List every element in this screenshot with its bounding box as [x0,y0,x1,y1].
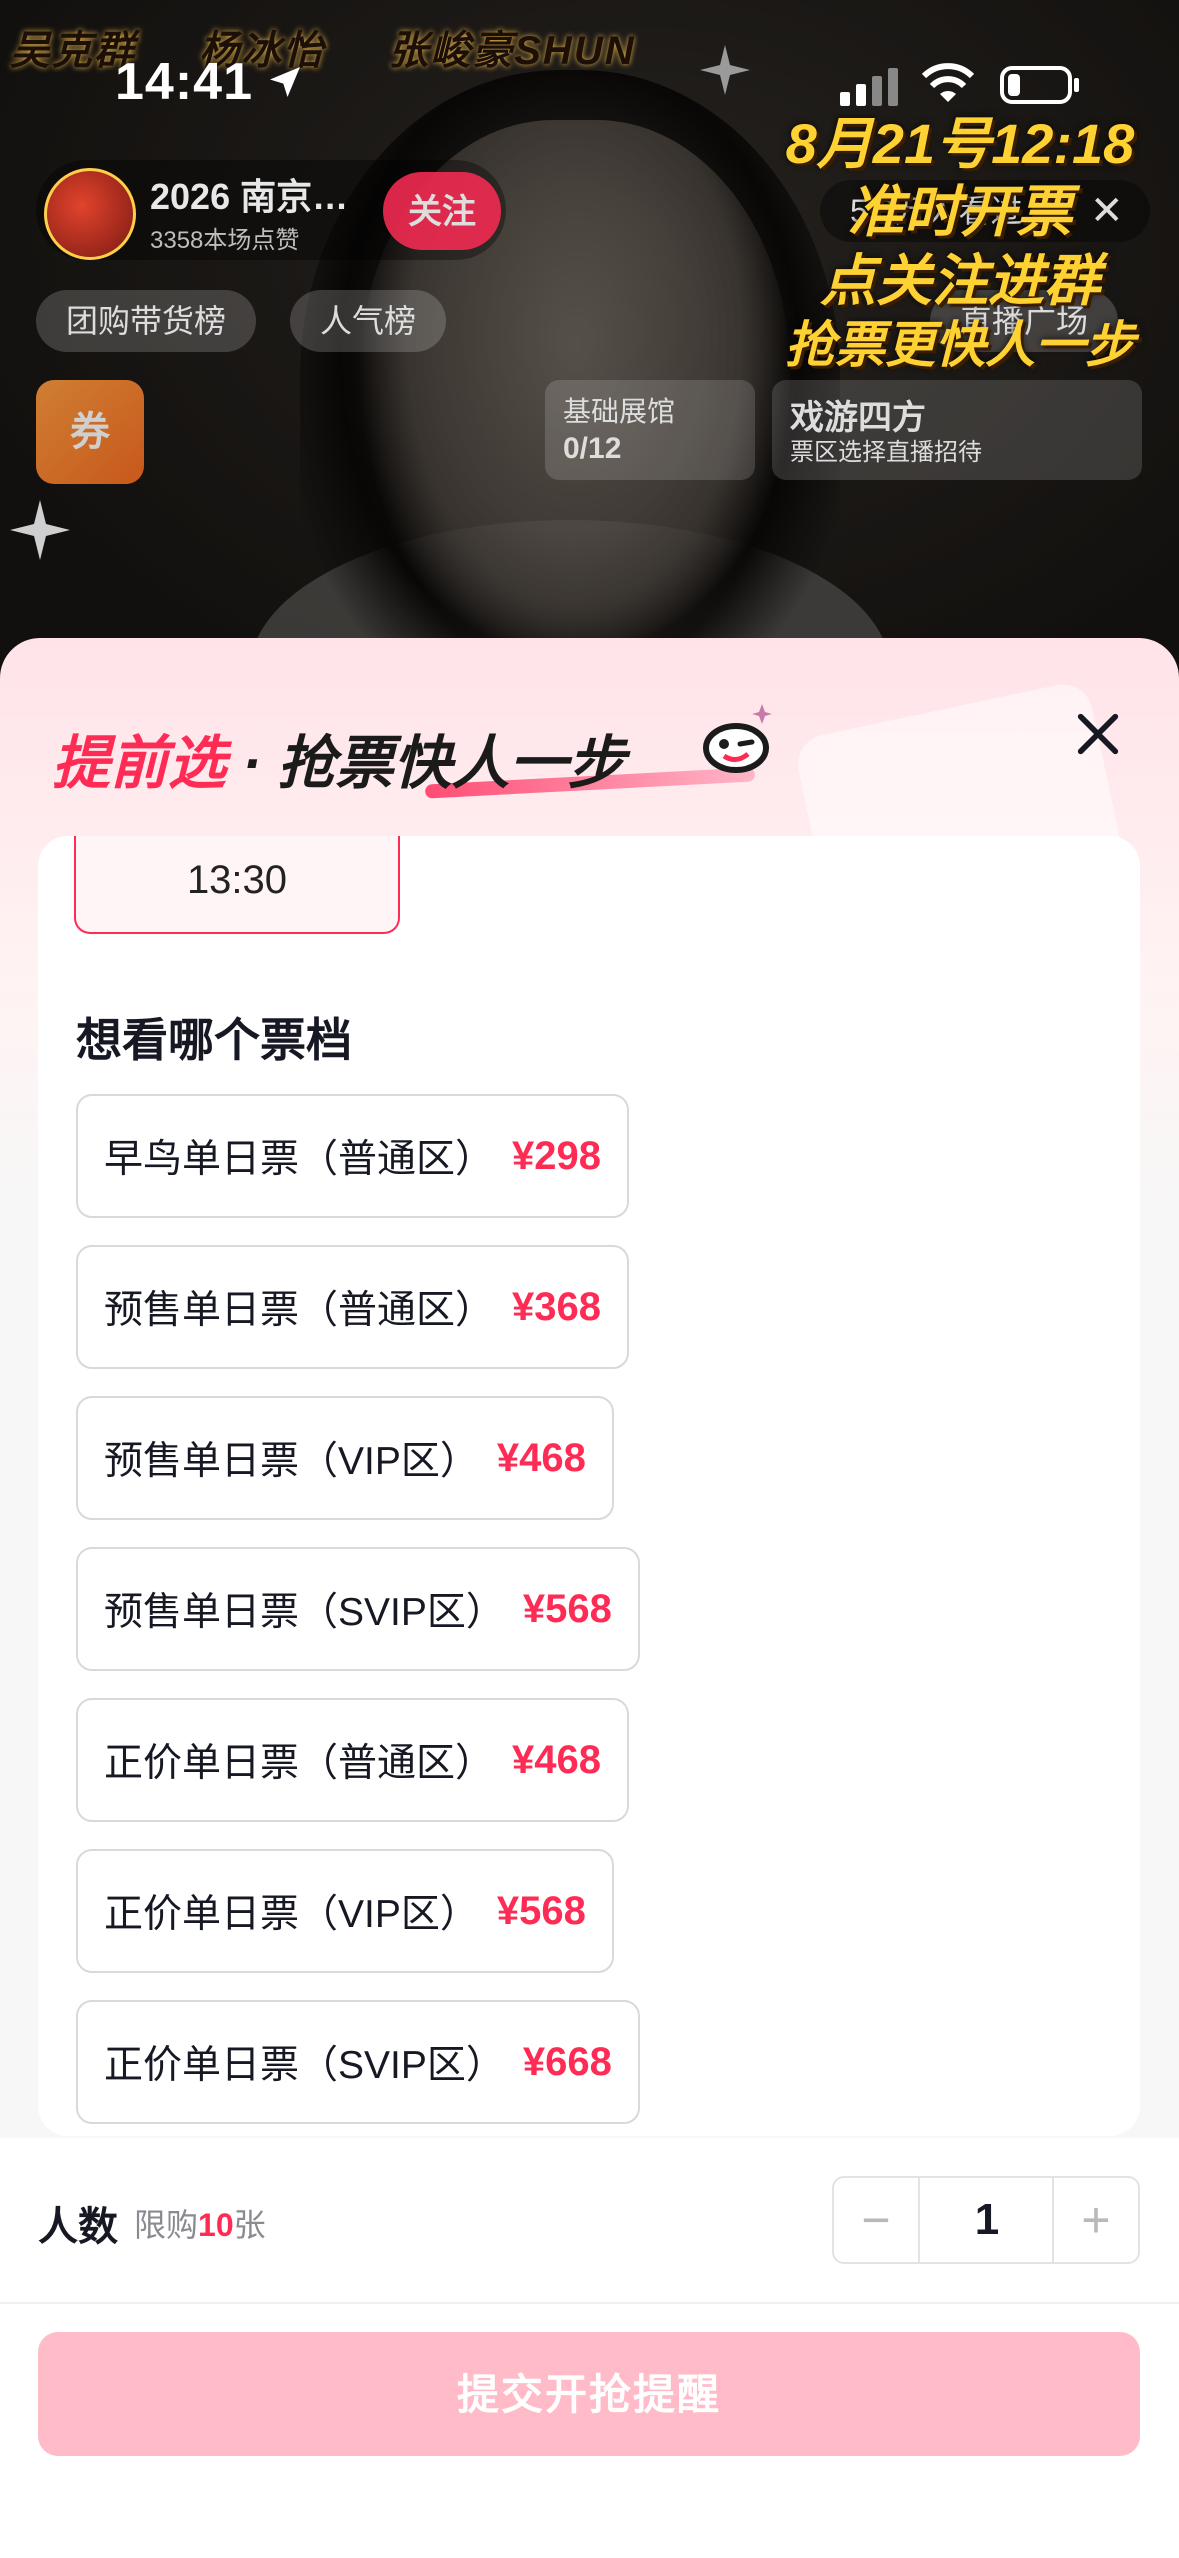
ticket-name: 预售单日票（VIP区） [104,1440,479,1483]
close-icon[interactable] [1072,708,1124,760]
ticket-option[interactable]: 预售单日票（普通区） ¥368 [76,1245,629,1369]
ticket-price: ¥568 [522,1586,612,1631]
sheet-title: 提前选 · 抢票快人一步 [52,716,625,800]
submit-reminder-button[interactable]: 提交开抢提醒 [38,2332,1140,2456]
title-dot: · [242,731,262,796]
ticket-name: 预售单日票（普通区） [104,1289,495,1332]
section-title: 想看哪个票档 [76,1014,352,1066]
sparkle-icon [700,45,750,95]
rank-tag-group-buy[interactable]: 团购带货榜 [36,290,257,352]
time-option-selected[interactable]: 13:30 [74,836,400,934]
cellular-signal-icon [840,68,898,106]
limit-number: 10 [198,2207,234,2243]
decrement-button[interactable]: − [834,2178,920,2262]
follow-button[interactable]: 关注 [383,172,501,250]
quantity-label: 人数 [38,2205,118,2249]
coupon-icon[interactable]: 券 [36,380,144,484]
quantity-value[interactable]: 1 [920,2178,1054,2262]
promo-line: 抢票更快人一步 [785,316,1135,373]
ticket-name: 早鸟单日票（普通区） [104,1138,495,1181]
selection-card: 13:30 想看哪个票档 早鸟单日票（普通区） ¥298 预售单日票（普通区） … [38,836,1140,2136]
ticket-option[interactable]: 正价单日票（VIP区） ¥568 [76,1849,614,1973]
ticket-option[interactable]: 早鸟单日票（普通区） ¥298 [76,1094,629,1218]
host-avatar[interactable] [44,168,136,260]
ticket-name: 正价单日票（普通区） [104,1742,495,1785]
ticket-price: ¥468 [512,1737,601,1782]
wifi-icon [921,63,975,102]
ticket-price: ¥368 [512,1284,601,1329]
ticket-name: 预售单日票（SVIP区） [104,1591,505,1634]
ticket-option[interactable]: 预售单日票（VIP区） ¥468 [76,1396,614,1520]
location-arrow-icon [270,67,300,97]
ticket-price: ¥568 [496,1888,586,1933]
livestream-background: 吴克群 杨冰怡 张峻豪SHUN 14:41 2026 南京… 3358本场点赞 … [0,0,1179,700]
ticket-price: ¥668 [522,2039,612,2084]
event-card[interactable]: 戏游四方 票区选择直播招待 [772,380,1142,480]
limit-prefix: 限购 [134,2207,199,2243]
clock: 14:41 [115,53,253,111]
promo-banner: 8月21号12:18 准时开票 点关注进群 抢票更快人一步 [760,110,1160,376]
promo-line: 8月21号12:18 [785,112,1135,175]
promo-line: 点关注进群 [820,248,1100,312]
ticket-name: 正价单日票（VIP区） [104,1893,479,1936]
host-title: 2026 南京… [150,176,349,217]
ticket-option[interactable]: 正价单日票（普通区） ¥468 [76,1698,629,1822]
title-highlight: 提前选 [52,731,227,796]
quantity-row: 人数 限购10张 − 1 + [0,2138,1179,2302]
ticket-price: ¥468 [496,1435,586,1480]
ticket-price: ¥298 [512,1133,601,1178]
submit-area: 提交开抢提醒 [0,2302,1179,2558]
battery-icon [1000,66,1079,104]
ticket-name: 正价单日票（SVIP区） [104,2044,505,2087]
event-card-sub: 票区选择直播招待 [790,439,982,466]
rank-tag-popularity[interactable]: 人气榜 [290,290,447,352]
exhibit-card[interactable]: 基础展馆 0/12 [545,380,755,480]
exhibit-card-title: 基础展馆 [563,396,676,427]
quantity-stepper: − 1 + [832,2176,1140,2264]
host-likes: 3358本场点赞 [150,227,300,254]
title-rest: 抢票快人一步 [277,731,626,796]
exhibit-card-progress: 0/12 [563,432,622,465]
limit-suffix: 张 [233,2207,266,2243]
wink-smile-icon [703,704,772,773]
sparkle-icon [10,500,70,560]
ticket-option[interactable]: 预售单日票（SVIP区） ¥568 [76,1547,640,1671]
promo-line: 准时开票 [848,180,1072,244]
purchase-limit: 限购10张 [134,2200,266,2246]
increment-button[interactable]: + [1052,2178,1138,2262]
ticket-option[interactable]: 正价单日票（SVIP区） ¥668 [76,2000,640,2124]
